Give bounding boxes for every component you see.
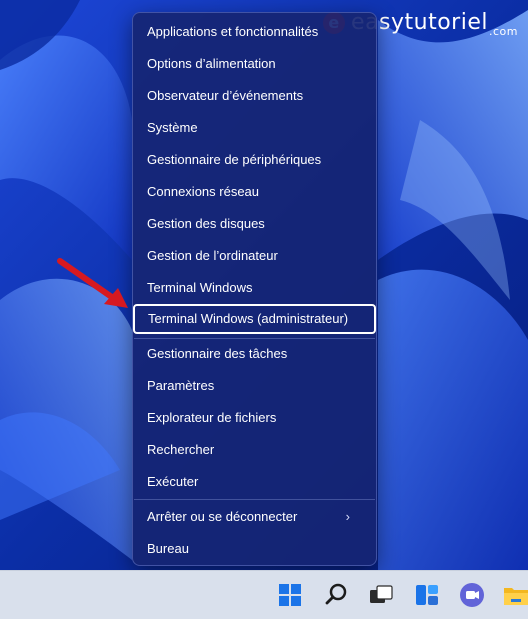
menu-item-shutdown-signout[interactable]: Arrêter ou se déconnecter › <box>147 503 364 531</box>
menu-item-network-connections[interactable]: Connexions réseau <box>147 178 259 206</box>
widgets-icon[interactable] <box>413 581 441 609</box>
menu-separator <box>134 338 375 339</box>
start-icon[interactable] <box>276 581 304 609</box>
power-user-menu: Applications et fonctionnalités Options … <box>132 12 377 566</box>
menu-item-run[interactable]: Exécuter <box>147 468 198 496</box>
menu-item-shutdown-label: Arrêter ou se déconnecter <box>147 509 298 524</box>
menu-item-search[interactable]: Rechercher <box>147 436 214 464</box>
taskbar <box>0 570 528 619</box>
menu-item-disk-management[interactable]: Gestion des disques <box>147 210 265 238</box>
menu-item-settings[interactable]: Paramètres <box>147 372 214 400</box>
menu-item-file-explorer[interactable]: Explorateur de fichiers <box>147 404 276 432</box>
menu-separator <box>134 499 375 500</box>
menu-item-windows-terminal-admin[interactable]: Terminal Windows (administrateur) <box>133 304 376 334</box>
file-explorer-icon[interactable] <box>502 581 528 609</box>
menu-item-windows-terminal[interactable]: Terminal Windows <box>147 274 252 302</box>
menu-item-desktop[interactable]: Bureau <box>147 535 189 563</box>
menu-item-power-options[interactable]: Options d’alimentation <box>147 50 276 78</box>
menu-item-event-viewer[interactable]: Observateur d’événements <box>147 82 303 110</box>
search-icon[interactable] <box>322 581 350 609</box>
watermark-suffix: .com <box>489 25 518 38</box>
chevron-right-icon: › <box>345 509 350 524</box>
menu-item-computer-management[interactable]: Gestion de l’ordinateur <box>147 242 278 270</box>
teams-chat-icon[interactable] <box>458 581 486 609</box>
menu-item-task-manager[interactable]: Gestionnaire des tâches <box>147 340 287 368</box>
menu-item-device-manager[interactable]: Gestionnaire de périphériques <box>147 146 321 174</box>
menu-item-apps-features[interactable]: Applications et fonctionnalités <box>147 18 318 46</box>
task-view-icon[interactable] <box>367 581 395 609</box>
menu-item-system[interactable]: Système <box>147 114 198 142</box>
